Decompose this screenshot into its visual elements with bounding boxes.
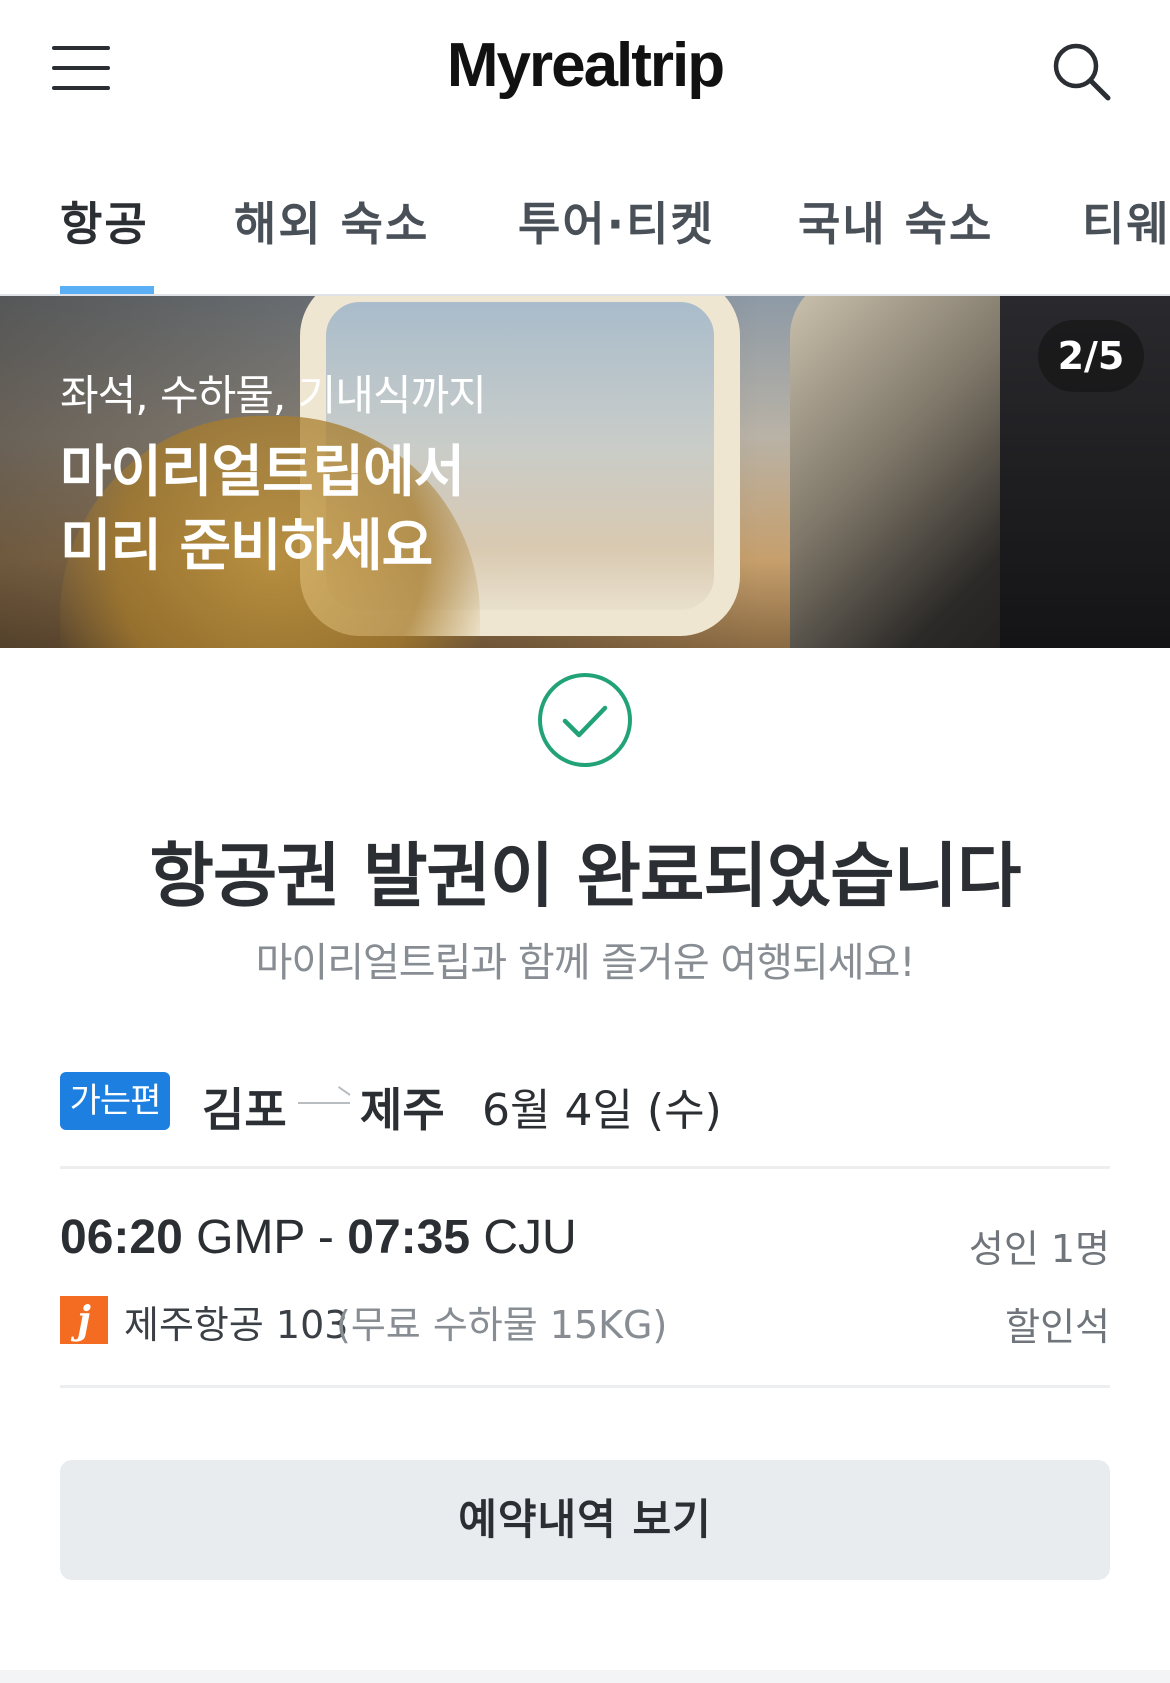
confirmation-subtitle: 마이리얼트립과 함께 즐거운 여행되세요! [255, 940, 916, 986]
departure-time: 06:20 [60, 1211, 183, 1264]
flight-route: 가는편 김포 제주 6월 4일 (수) [60, 1072, 1110, 1137]
departure-airport-code: GMP [196, 1211, 305, 1264]
banner-title-line2: 미리 준비하세요 [60, 514, 433, 579]
flight-date: 6월 4일 (수) [482, 1085, 722, 1136]
seat-class: 할인석 [1005, 1305, 1110, 1349]
myrealtrip-logo[interactable]: Myrealtrip [0, 30, 1170, 101]
divider [60, 1166, 1110, 1169]
route-arrow-icon [298, 1102, 350, 1104]
banner-title: 마이리얼트립에서 미리 준비하세요 [60, 436, 465, 584]
divider [60, 1385, 1110, 1388]
arrival-time: 07:35 [347, 1211, 471, 1264]
arrival-city: 제주 [360, 1083, 445, 1137]
confirmation-title: 항공권 발권이 완료되었습니다 [149, 835, 1022, 917]
promo-banner[interactable]: 좌석, 수하물, 기내식까지 마이리얼트립에서 미리 준비하세요 2/5 [0, 296, 1170, 648]
jeju-air-logo-icon: j [60, 1296, 108, 1344]
banner-subtitle: 좌석, 수하물, 기내식까지 [60, 371, 487, 420]
tab-flight[interactable]: 항공 [60, 188, 149, 254]
passenger-count: 성인 1명 [968, 1227, 1110, 1271]
banner-page-counter: 2/5 [1038, 320, 1144, 392]
tab-overseas-stay[interactable]: 해외 숙소 [234, 188, 429, 254]
bottom-strip [0, 1670, 1170, 1683]
time-separator: - [317, 1211, 334, 1264]
active-tab-indicator [60, 286, 154, 294]
baggage-allowance: (무료 수하물 15KG) [336, 1303, 668, 1347]
search-icon[interactable] [1050, 40, 1114, 104]
banner-title-line1: 마이리얼트립에서 [60, 440, 465, 505]
tab-tway[interactable]: 티웨 [1082, 188, 1170, 254]
departure-city: 김포 [202, 1083, 287, 1137]
app-header: Myrealtrip [0, 0, 1170, 140]
tab-tour-ticket[interactable]: 투어·티켓 [518, 188, 715, 254]
outbound-badge: 가는편 [60, 1072, 170, 1130]
arrival-airport-code: CJU [483, 1211, 577, 1264]
category-tabs: 항공 해외 숙소 투어·티켓 국내 숙소 티웨 [0, 140, 1170, 296]
airline-info: j 제주항공 103 (무료 수하물 15KG) [60, 1292, 760, 1347]
check-circle-icon [537, 672, 633, 768]
flight-times: 06:20 GMP - 07:35 CJU [60, 1210, 577, 1265]
airline-flight-number: 제주항공 103 [124, 1303, 349, 1347]
view-reservation-button[interactable]: 예약내역 보기 [60, 1460, 1110, 1580]
tab-domestic-stay[interactable]: 국내 숙소 [798, 188, 993, 254]
